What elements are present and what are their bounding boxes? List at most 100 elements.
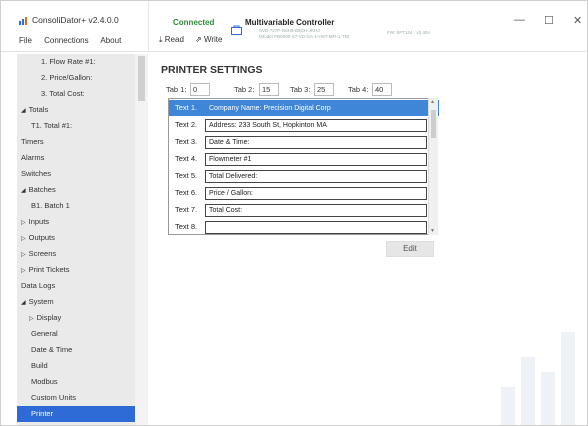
text-row[interactable]: Text 6. Price / Gallon:	[169, 185, 439, 201]
text-row-value[interactable]: Total Delivered:	[205, 170, 427, 183]
sidebar-item[interactable]: 3. Total Cost:	[17, 86, 148, 102]
menu-about[interactable]: About	[100, 36, 121, 45]
expanded-arrow-icon[interactable]: ◢	[21, 108, 26, 114]
tab3-input[interactable]: 25	[314, 83, 334, 96]
tab2-input[interactable]: 15	[259, 83, 279, 96]
text-row[interactable]: Text 5. Total Delivered:	[169, 168, 439, 184]
write-label: Write	[203, 35, 223, 44]
app-logo-icon	[19, 17, 29, 25]
text-row[interactable]: Text 8.	[169, 219, 439, 235]
read-label: Read	[164, 35, 184, 44]
sidebar-item[interactable]: General	[17, 326, 148, 342]
sidebar-item-label: Inputs	[28, 217, 50, 226]
firmware-version: FW: SFT144 - v2.404	[387, 30, 430, 35]
collapsed-arrow-icon[interactable]: ▷	[21, 220, 26, 226]
download-icon: ⤓	[159, 35, 163, 44]
sidebar-item-label: Printer	[31, 409, 54, 418]
print-text-grid: Text 1. Company Name: Precision Digital C…	[168, 98, 439, 235]
menu-bar: File Connections About	[19, 36, 131, 45]
sidebar-item[interactable]: Modbus	[17, 374, 148, 390]
sidebar-item-label: Date & Time	[31, 345, 73, 354]
sidebar-item[interactable]: Alarms	[17, 150, 148, 166]
text-row[interactable]: Text 3. Date & Time:	[169, 134, 439, 150]
sidebar-item[interactable]: Switches	[17, 166, 148, 182]
device-name: Multivariable Controller	[245, 18, 335, 27]
sidebar-item[interactable]: ▷ Inputs	[17, 214, 148, 230]
menu-file[interactable]: File	[19, 36, 32, 45]
text-row-label: Text 5.	[175, 171, 198, 180]
sidebar-item-label: 1. Flow Rate #1:	[41, 57, 96, 66]
text-row[interactable]: Text 1. Company Name: Precision Digital C…	[169, 100, 439, 116]
sidebar-item-label: Screens	[28, 249, 57, 258]
text-row-value[interactable]: Price / Gallon:	[205, 187, 427, 200]
sidebar-item[interactable]: Date & Time	[17, 342, 148, 358]
maximize-button[interactable]: ☐	[544, 14, 554, 27]
grid-scroll-thumb[interactable]	[431, 110, 436, 138]
text-row[interactable]: Text 4. Flowmeter #1	[169, 151, 439, 167]
main-panel: PRINTER SETTINGS Tab 1: 0 Tab 2: 15 Tab …	[149, 54, 587, 425]
sidebar-item-label: Build	[31, 361, 48, 370]
sidebar-item[interactable]: 1. Flow Rate #1:	[17, 54, 148, 70]
expanded-arrow-icon[interactable]: ◢	[21, 188, 26, 194]
text-row-value[interactable]: Date & Time:	[205, 136, 427, 149]
tab2-label: Tab 2:	[234, 85, 255, 94]
sidebar-item[interactable]: ◢ Totals	[17, 102, 148, 118]
text-row-value[interactable]: Flowmeter #1	[205, 153, 427, 166]
sidebar-scrollbar[interactable]	[135, 54, 148, 425]
text-row-value[interactable]	[205, 221, 427, 234]
text-row-label: Text 7.	[175, 205, 198, 214]
sidebar-item[interactable]: 2. Price/Gallon:	[17, 70, 148, 86]
text-row[interactable]: Text 7. Total Cost:	[169, 202, 439, 218]
edit-button[interactable]: Edit	[386, 241, 434, 257]
watermark-bar	[561, 332, 575, 425]
sidebar-item[interactable]: ◢ Batches	[17, 182, 148, 198]
sidebar-item-label: General	[31, 329, 58, 338]
sidebar-scroll-thumb[interactable]	[138, 56, 145, 101]
sidebar-item-label: Switches	[21, 169, 52, 178]
write-button[interactable]: ⇗ Write	[195, 35, 222, 44]
grid-scrollbar[interactable]: ▲ ▼	[428, 98, 438, 235]
expanded-arrow-icon[interactable]: ◢	[21, 300, 26, 306]
sidebar-item[interactable]: ◢ System	[17, 294, 148, 310]
scroll-up-icon[interactable]: ▲	[430, 99, 435, 105]
scroll-down-icon[interactable]: ▼	[430, 228, 435, 234]
sidebar-item[interactable]: B1. Batch 1	[17, 198, 148, 214]
text-row-value[interactable]: Company Name: Precision Digital Corp	[205, 102, 427, 115]
page-title: PRINTER SETTINGS	[161, 64, 263, 76]
sidebar-item-label: Batches	[28, 185, 56, 194]
collapsed-arrow-icon[interactable]: ▷	[21, 268, 26, 274]
watermark-bar	[521, 357, 535, 425]
sidebar-item[interactable]: Data Logs	[17, 278, 148, 294]
tab4-input[interactable]: 40	[372, 83, 392, 96]
sidebar-item[interactable]: Build	[17, 358, 148, 374]
sidebar-item-label: Alarms	[21, 153, 45, 162]
sidebar-item[interactable]: Printer	[17, 406, 148, 422]
sidebar-item[interactable]: ▷ Display	[17, 310, 148, 326]
sidebar-item[interactable]: ▷ Print Tickets	[17, 262, 148, 278]
sidebar-item[interactable]: ▷ Outputs	[17, 230, 148, 246]
tab1-input[interactable]: 0	[190, 83, 210, 96]
app-title: ConsoliDator+ v2.4.0.0	[32, 15, 119, 25]
collapsed-arrow-icon[interactable]: ▷	[21, 236, 26, 242]
close-button[interactable]: ✕	[573, 14, 582, 27]
sidebar-item-label: T1. Total #1:	[31, 121, 73, 130]
tab1-label: Tab 1:	[166, 85, 187, 94]
sidebar-item[interactable]: Timers	[17, 134, 148, 150]
sidebar-tree: 1. Flow Rate #1: 2. Price/Gallon: 3. Total…	[17, 54, 148, 425]
watermark-bar	[501, 387, 515, 425]
collapsed-arrow-icon[interactable]: ▷	[21, 252, 26, 258]
sidebar-item[interactable]: T1. Total #1:	[17, 118, 148, 134]
text-row-label: Text 4.	[175, 154, 198, 163]
text-row-value[interactable]: Address: 233 South St, Hopkinton MA	[205, 119, 427, 132]
collapsed-arrow-icon[interactable]: ▷	[29, 316, 34, 322]
device-detail: SVD-727P-G6H5-B8GH-JKH3 (Model PD6000-X7…	[259, 28, 349, 40]
menu-connections[interactable]: Connections	[44, 36, 88, 45]
sidebar-item[interactable]: Custom Units	[17, 390, 148, 406]
text-row[interactable]: Text 2. Address: 233 South St, Hopkinton …	[169, 117, 439, 133]
upload-icon: ⇗	[195, 35, 202, 44]
read-button[interactable]: ⤓ Read	[159, 35, 184, 45]
text-row-value[interactable]: Total Cost:	[205, 204, 427, 217]
minimize-button[interactable]: —	[514, 14, 525, 26]
sidebar-item[interactable]: ▷ Screens	[17, 246, 148, 262]
sidebar-item-label: Modbus	[31, 377, 58, 386]
